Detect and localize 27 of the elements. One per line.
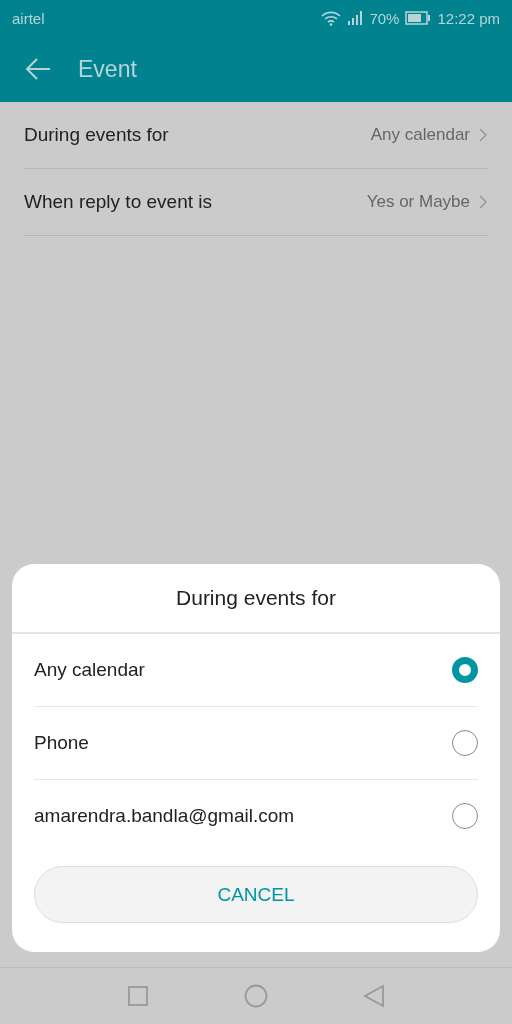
chevron-icon [478,127,488,143]
carrier-name: airtel [12,9,46,27]
setting-value: Yes or Maybe [366,192,470,212]
setting-value: Any calendar [370,125,470,145]
setting-label: When reply to event is [24,191,212,213]
chevron-icon [478,194,488,210]
dialog-title: During events for [12,564,500,634]
home-icon[interactable] [244,984,268,1008]
option-row[interactable]: Phone [34,707,478,780]
option-row[interactable]: Any calendar [34,634,478,707]
screen-title: Event [78,55,137,83]
battery-icon [405,11,432,25]
clock: 12:22 pm [437,9,500,27]
recents-icon[interactable] [127,985,149,1007]
signal-icon [347,11,364,25]
setting-row[interactable]: When reply to event is Yes or Maybe [24,169,488,236]
radio-button[interactable] [452,657,478,683]
option-label: amarendra.bandla@gmail.com [34,805,295,827]
battery-percent: 70% [369,9,400,27]
option-label: Any calendar [34,659,145,681]
back-arrow-icon[interactable] [24,57,52,81]
option-label: Phone [34,732,89,754]
setting-label: During events for [24,124,169,146]
back-icon[interactable] [363,984,385,1008]
wifi-icon [321,10,342,26]
setting-row[interactable]: During events for Any calendar [24,102,488,169]
option-row[interactable]: amarendra.bandla@gmail.com [34,780,478,852]
